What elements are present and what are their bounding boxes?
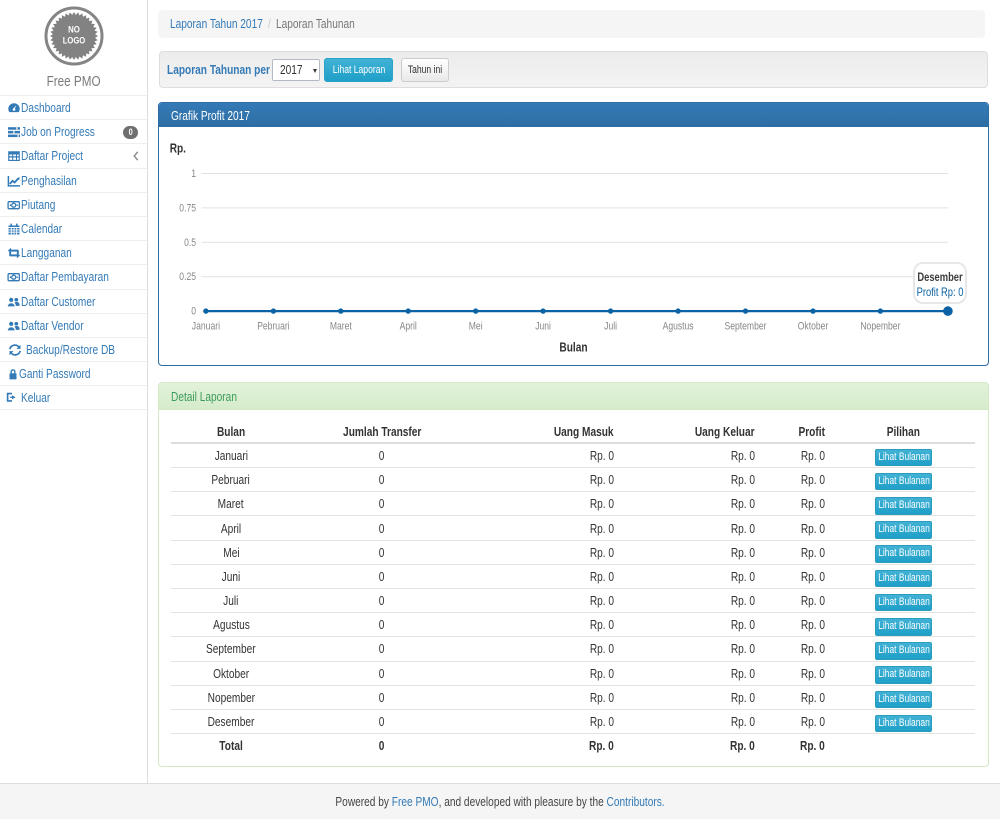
svg-text:Pebruari: Pebruari [257,320,289,332]
svg-text:0.75: 0.75 [179,202,196,214]
svg-text:0.25: 0.25 [179,271,196,283]
svg-text:0.5: 0.5 [184,237,196,249]
svg-text:Rp.: Rp. [170,140,186,155]
svg-text:0: 0 [191,306,196,318]
svg-text:Oktober: Oktober [798,320,829,332]
svg-text:1: 1 [191,168,196,180]
svg-text:September: September [725,320,767,332]
svg-text:Bulan: Bulan [559,339,587,354]
svg-text:Nopember: Nopember [860,320,900,332]
svg-text:Agustus: Agustus [663,320,694,332]
svg-text:Mei: Mei [469,320,483,332]
svg-text:NO: NO [68,25,80,35]
svg-text:LOGO: LOGO [63,36,86,46]
svg-text:Juni: Juni [535,320,551,332]
svg-text:Maret: Maret [330,320,352,332]
svg-text:Januari: Januari [192,320,220,332]
svg-text:April: April [400,320,417,332]
svg-text:Juli: Juli [604,320,617,332]
